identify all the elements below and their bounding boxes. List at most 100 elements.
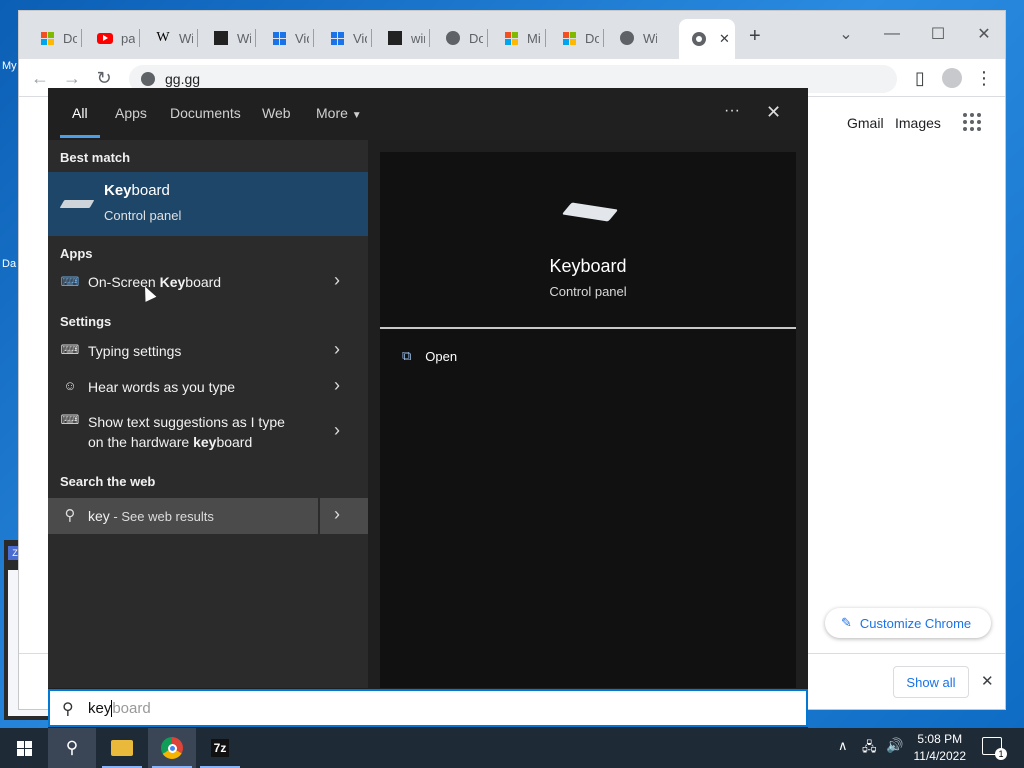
side-panel-icon[interactable]: ▯	[905, 63, 935, 93]
network-icon[interactable]: 🖧	[862, 738, 877, 760]
show-hidden-icons[interactable]: ∧	[838, 738, 848, 754]
tab-separator	[603, 29, 604, 47]
7zip-icon: 7z	[210, 739, 230, 757]
chevron-right-icon[interactable]: ›	[334, 339, 340, 360]
globe-icon	[445, 30, 461, 46]
tab-4[interactable]: Vid	[257, 25, 309, 51]
best-match-item[interactable]: Keyboard Control panel	[48, 172, 368, 236]
tab-2[interactable]: W Wi	[141, 25, 193, 51]
globe-icon	[619, 30, 635, 46]
app-item-on-screen-keyboard[interactable]: ⌨ On-Screen Keyboard ›	[48, 264, 368, 300]
best-match-title: Keyboard	[104, 182, 170, 199]
folder-icon	[111, 740, 133, 756]
chevron-right-icon[interactable]: ›	[334, 270, 340, 291]
setting-item-typing[interactable]: ⌨ Typing settings ›	[48, 334, 368, 368]
search-icon: ⚲	[62, 701, 74, 718]
tab-all[interactable]: All	[72, 105, 88, 121]
maximize-icon[interactable]: ☐	[915, 19, 961, 49]
tab-10[interactable]: Wi	[605, 25, 657, 51]
web-result-label: key - See web results	[88, 506, 214, 527]
open-action[interactable]: ⧉ Open	[402, 348, 457, 364]
taskbar-file-explorer[interactable]	[98, 728, 146, 768]
close-search-icon[interactable]: ✕	[766, 102, 781, 123]
start-button[interactable]	[0, 728, 48, 768]
setting-label-line2: on the hardware keyboard	[88, 432, 252, 452]
title-bold: Key	[104, 182, 132, 199]
tab-title: win	[411, 30, 425, 46]
menu-icon[interactable]: ⋮	[969, 63, 999, 93]
minimize-icon[interactable]: —	[869, 19, 915, 49]
on-screen-keyboard-icon: ⌨	[60, 274, 80, 289]
apps-grid-icon[interactable]	[963, 113, 981, 131]
taskbar-search-button[interactable]: ⚲	[48, 728, 96, 768]
youtube-icon	[97, 30, 113, 46]
tab-7[interactable]: Do	[431, 25, 483, 51]
settings-header: Settings	[60, 314, 112, 329]
archive-icon	[213, 30, 229, 46]
line2-post: board	[216, 434, 253, 450]
search-input[interactable]: ⚲ key board	[48, 689, 808, 727]
download-bar-close-icon[interactable]: ✕	[981, 672, 994, 690]
clock[interactable]: 5:08 PM 11/4/2022	[914, 731, 967, 765]
keyboard-settings-icon: ⌨	[60, 342, 80, 357]
line2-bold: key	[193, 434, 217, 450]
profile-icon[interactable]	[937, 63, 967, 93]
tab-title: Wi	[179, 30, 193, 46]
chevron-right-icon[interactable]: ›	[334, 504, 340, 525]
tab-title: pal	[121, 30, 135, 46]
chevron-right-icon[interactable]: ›	[334, 420, 340, 441]
setting-label: Hear words as you type	[88, 379, 236, 395]
images-link[interactable]: Images	[895, 115, 941, 131]
results-list: Best match Keyboard Control panel Apps ⌨…	[48, 140, 368, 688]
preview-subtitle: Control panel	[549, 284, 627, 299]
tab-close-button[interactable]: ✕	[719, 31, 730, 47]
clock-date: 11/4/2022	[913, 749, 967, 763]
tab-separator	[313, 29, 314, 47]
tab-more[interactable]: More ▼	[316, 105, 362, 121]
tab-1[interactable]: pal	[83, 25, 135, 51]
taskbar-chrome[interactable]	[148, 728, 196, 768]
tab-separator	[545, 29, 546, 47]
speech-settings-icon: ☺	[63, 378, 77, 393]
desktop-icon-label[interactable]: My	[2, 60, 17, 72]
tab-documents[interactable]: Documents	[170, 105, 241, 121]
tab-title: Do	[585, 30, 599, 46]
apps-header: Apps	[60, 246, 93, 261]
windows-icon	[329, 30, 345, 46]
open-label: Open	[425, 348, 458, 364]
customize-chrome-button[interactable]: ✎ Customize Chrome	[825, 608, 991, 638]
search-icon: ⚲	[65, 738, 79, 757]
tab-0[interactable]: Dov	[25, 25, 77, 51]
setting-item-hear-words[interactable]: ☺ Hear words as you type ›	[48, 370, 368, 404]
taskbar-7zip[interactable]: 7z	[196, 728, 244, 768]
close-window-icon[interactable]: ✕	[961, 19, 1005, 49]
tab-search-icon[interactable]: ⌄	[823, 19, 869, 49]
tab-web[interactable]: Web	[262, 105, 291, 121]
gmail-link[interactable]: Gmail	[847, 115, 884, 131]
tab-5[interactable]: Vid	[315, 25, 367, 51]
tab-strip: DovpalWWiWiVidVidwinDoMicDoWi ✕ + ⌄ — ☐ …	[19, 11, 1005, 59]
show-all-button[interactable]: Show all	[893, 666, 969, 698]
more-options-icon[interactable]: ···	[724, 102, 740, 120]
volume-icon[interactable]: 🔊	[886, 737, 903, 754]
pencil-icon: ✎	[841, 615, 852, 630]
tab-9[interactable]: Do	[547, 25, 599, 51]
setting-item-text-suggestions[interactable]: ⌨ Show text suggestions as I type on the…	[48, 406, 368, 458]
app-label: On-Screen Keyboard	[88, 272, 221, 292]
web-suffix: - See web results	[109, 509, 214, 524]
tab-apps[interactable]: Apps	[115, 105, 147, 121]
desktop-icon-label[interactable]: Da	[2, 258, 16, 270]
preview-pane: Keyboard Control panel ⧉ Open	[380, 152, 796, 688]
line2-pre: on the hardware	[88, 434, 194, 450]
tab-3[interactable]: Wi	[199, 25, 251, 51]
notification-center[interactable]: 1	[982, 737, 1007, 760]
tab-separator	[81, 29, 82, 47]
tab-8[interactable]: Mic	[489, 25, 541, 51]
search-icon: ⚲	[64, 507, 76, 524]
tab-active[interactable]: ✕	[679, 19, 735, 59]
tab-6[interactable]: win	[373, 25, 425, 51]
chevron-right-icon[interactable]: ›	[334, 375, 340, 396]
site-info-icon[interactable]	[141, 72, 155, 86]
web-search-item[interactable]: ⚲ key - See web results ›	[48, 498, 368, 534]
new-tab-button[interactable]: +	[749, 25, 761, 48]
